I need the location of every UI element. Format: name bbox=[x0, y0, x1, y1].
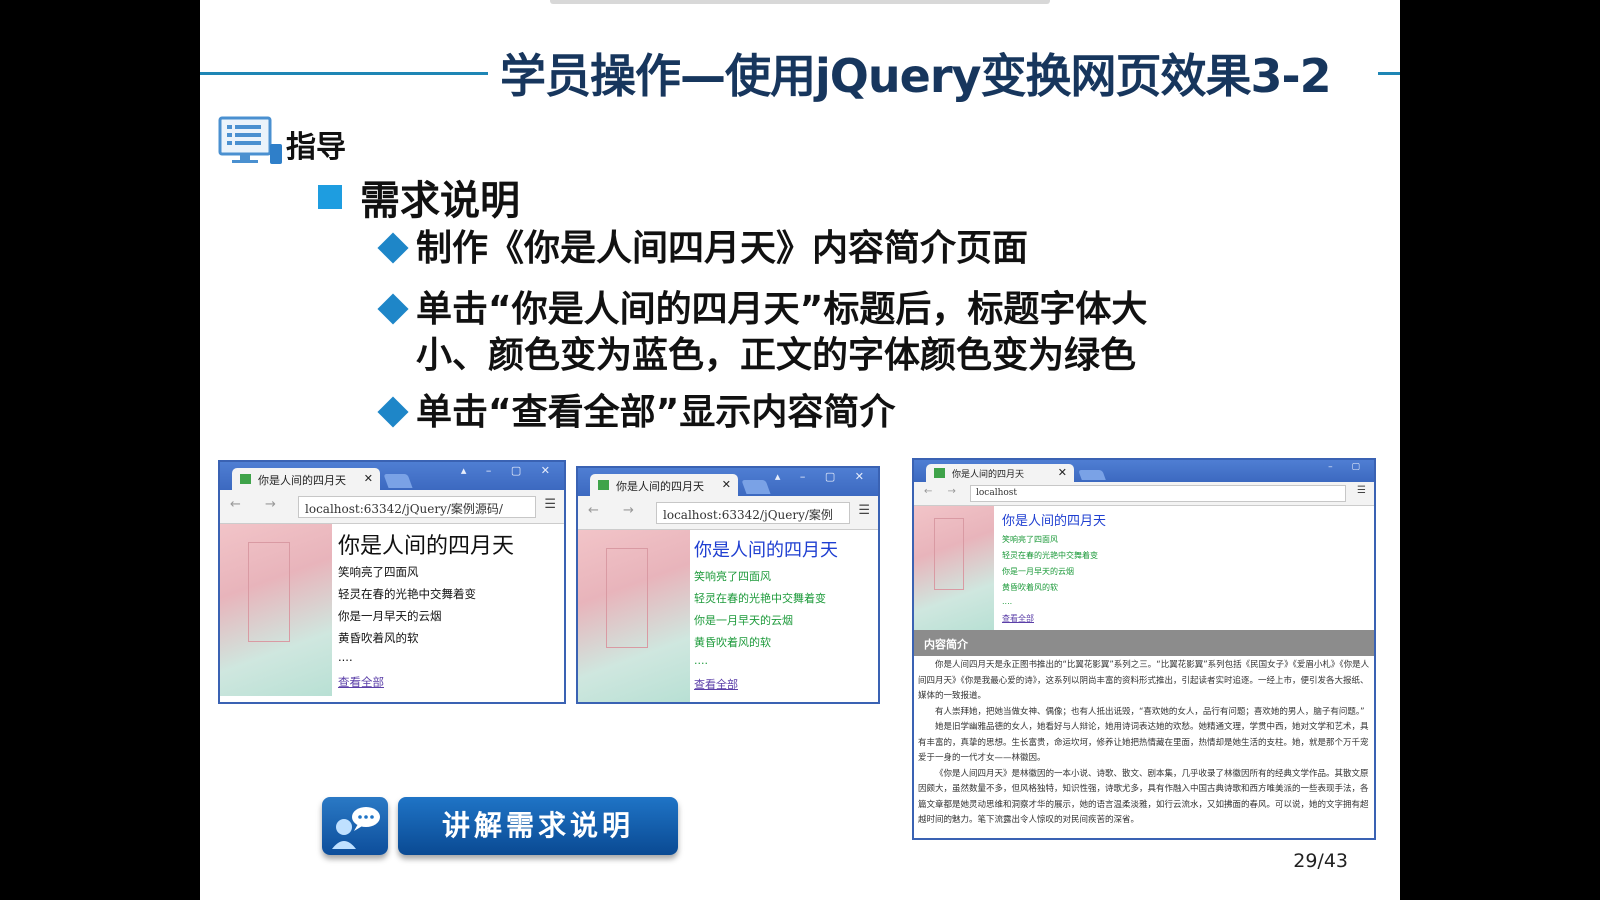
poem-line: 你是一月早天的云烟 bbox=[338, 609, 442, 623]
favicon-icon bbox=[934, 468, 945, 478]
view-all-link[interactable]: 查看全部 bbox=[1002, 613, 1034, 624]
square-bullet-icon bbox=[318, 185, 342, 209]
browser-toolbar: ← → ⟳ localhost:63342/jQuery/案例 ☰ bbox=[578, 496, 878, 530]
top-scroll-tab bbox=[550, 0, 1050, 4]
poem-line: 你是一月早天的云烟 bbox=[1002, 567, 1074, 576]
view-all-link[interactable]: 查看全部 bbox=[338, 674, 384, 690]
poem-line: 笑响亮了四面风 bbox=[694, 570, 771, 583]
intro-paragraph: 有人崇拜她，把她当做女神、偶像；也有人抵出诋毁，“喜欢她的女人，品行有问题；喜欢… bbox=[935, 706, 1365, 717]
new-tab-icon bbox=[1078, 470, 1106, 480]
diamond-bullet-icon bbox=[377, 293, 409, 325]
browser-tab: 你是人间的四月天 ✕ bbox=[926, 464, 1074, 482]
poem-title: 你是人间的四月天 bbox=[1002, 514, 1107, 529]
title-rule-left bbox=[200, 72, 488, 75]
book-cover-image bbox=[220, 524, 332, 696]
poem-line: 轻灵在春的光艳中交舞着变 bbox=[1002, 551, 1098, 560]
browser-screenshot-3: 你是人间的四月天 ✕ – ▢ ← → ⟳ localhost ☰ 你是人间的四月… bbox=[912, 458, 1376, 840]
guide-label: 指导 bbox=[286, 130, 346, 165]
poem-line: 黄昏吹着风的软 bbox=[338, 631, 419, 645]
address-bar: localhost:63342/jQuery/案例源码/ bbox=[298, 496, 536, 518]
close-icon: ✕ bbox=[1057, 466, 1067, 479]
diamond-bullet-icon bbox=[377, 232, 409, 264]
book-title-image bbox=[248, 542, 290, 642]
explain-requirements-button[interactable]: 讲解需求说明 bbox=[398, 797, 678, 855]
slide-title: 学员操作—使用jQuery变换网页效果3-2 bbox=[500, 49, 1332, 103]
browser-tabbar: 你是人间的四月天 ✕ ▴ – ▢ ✕ bbox=[578, 468, 878, 496]
page-number: 29/43 bbox=[1293, 850, 1348, 872]
favicon-icon bbox=[240, 474, 251, 484]
new-tab-icon bbox=[383, 474, 413, 488]
window-controls-icon: ▴ – ▢ ✕ bbox=[460, 464, 558, 477]
menu-icon: ☰ bbox=[1357, 485, 1366, 496]
section-heading-text: 需求说明 bbox=[360, 178, 520, 224]
intro-paragraph: 《你是人间四月天》是林徽因的一本小说、诗歌、散文、剧本集，几乎收录了林徽因所有的… bbox=[918, 768, 1369, 826]
browser-tabbar: 你是人间的四月天 ✕ – ▢ bbox=[914, 460, 1374, 482]
bullet-3-text: 单击“查看全部”显示内容简介 bbox=[416, 392, 896, 433]
intro-paragraph: 她是旧学幽雅品德的女人，她看好与人辩论，她用诗词表达她的欢愁。她精通文理，学贯中… bbox=[918, 722, 1369, 763]
bullet-2-line-1: 单击“你是人间的四月天”标题后，标题字体大 bbox=[416, 289, 1148, 330]
intro-text: 你是人间四月天是永正图书推出的“比翼花影翼”系列之三。“比翼花影翼”系列包括《民… bbox=[914, 658, 1374, 829]
window-controls-icon: – ▢ bbox=[1328, 462, 1368, 472]
book-title-image bbox=[934, 518, 964, 590]
book-cover-image bbox=[914, 506, 994, 630]
poem-title: 你是人间的四月天 bbox=[338, 534, 515, 559]
poem-line: 轻灵在春的光艳中交舞着变 bbox=[694, 592, 826, 605]
poem-line: .... bbox=[1002, 597, 1013, 606]
bullet-2: 单击“你是人间的四月天”标题后，标题字体大 小、颜色变为蓝色，正文的字体颜色变为… bbox=[376, 287, 1147, 379]
speech-person-icon[interactable] bbox=[322, 797, 388, 855]
address-bar: localhost:63342/jQuery/案例 bbox=[656, 502, 850, 524]
view-all-link[interactable]: 查看全部 bbox=[694, 676, 738, 692]
tab-title: 你是人间的四月天 bbox=[616, 480, 704, 493]
poem-line: 黄昏吹着风的软 bbox=[694, 636, 771, 649]
browser-tab: 你是人间的四月天 ✕ bbox=[590, 474, 738, 496]
slide: 学员操作—使用jQuery变换网页效果3-2 指导 需求说明 制作《你是人间四月… bbox=[200, 0, 1400, 900]
book-cover-image bbox=[578, 530, 690, 702]
tab-title: 你是人间的四月天 bbox=[952, 470, 1025, 480]
poem-line: 黄昏吹着风的软 bbox=[1002, 583, 1058, 592]
tab-title: 你是人间的四月天 bbox=[258, 474, 346, 487]
menu-icon: ☰ bbox=[544, 497, 556, 512]
book-title-image bbox=[606, 548, 648, 648]
new-tab-icon bbox=[741, 480, 771, 494]
intro-heading-bar[interactable]: 内容简介 bbox=[914, 630, 1374, 656]
close-icon: ✕ bbox=[363, 472, 373, 485]
monitor-list-icon bbox=[218, 116, 282, 164]
poem-line: 轻灵在春的光艳中交舞着变 bbox=[338, 587, 476, 601]
diamond-bullet-icon bbox=[377, 396, 409, 428]
bullet-1: 制作《你是人间四月天》内容简介页面 bbox=[376, 226, 1028, 272]
browser-screenshot-1: 你是人间的四月天 ✕ ▴ – ▢ ✕ ← → ⟳ localhost:63342… bbox=[218, 460, 566, 704]
favicon-icon bbox=[598, 480, 609, 490]
browser-toolbar: ← → ⟳ localhost ☰ bbox=[914, 482, 1374, 506]
browser-toolbar: ← → ⟳ localhost:63342/jQuery/案例源码/ ☰ bbox=[220, 490, 564, 524]
poem-line: 笑响亮了四面风 bbox=[338, 565, 419, 579]
section-heading: 需求说明 bbox=[318, 168, 520, 226]
poem-title: 你是人间的四月天 bbox=[694, 540, 838, 561]
bullet-2-text: 单击“你是人间的四月天”标题后，标题字体大 小、颜色变为蓝色，正文的字体颜色变为… bbox=[416, 287, 1147, 379]
browser-tabbar: 你是人间的四月天 ✕ ▴ – ▢ ✕ bbox=[220, 462, 564, 490]
address-bar: localhost bbox=[970, 485, 1346, 502]
intro-paragraph: 你是人间四月天是永正图书推出的“比翼花影翼”系列之三。“比翼花影翼”系列包括《民… bbox=[918, 660, 1370, 701]
browser-screenshot-2: 你是人间的四月天 ✕ ▴ – ▢ ✕ ← → ⟳ localhost:63342… bbox=[576, 466, 880, 704]
window-controls-icon: ▴ – ▢ ✕ bbox=[774, 470, 872, 483]
poem-line: 你是一月早天的云烟 bbox=[694, 614, 793, 627]
bullet-1-text: 制作《你是人间四月天》内容简介页面 bbox=[416, 228, 1029, 269]
close-icon: ✕ bbox=[721, 478, 731, 491]
poem-line: .... bbox=[338, 650, 353, 664]
bullet-3: 单击“查看全部”显示内容简介 bbox=[376, 390, 895, 436]
menu-icon: ☰ bbox=[858, 503, 870, 518]
title-rule-right bbox=[1378, 72, 1400, 75]
browser-tab: 你是人间的四月天 ✕ bbox=[232, 468, 380, 490]
poem-line: .... bbox=[694, 654, 708, 667]
bullet-2-line-2: 小、颜色变为蓝色，正文的字体颜色变为绿色 bbox=[416, 335, 1137, 376]
poem-line: 笑响亮了四面风 bbox=[1002, 535, 1058, 544]
